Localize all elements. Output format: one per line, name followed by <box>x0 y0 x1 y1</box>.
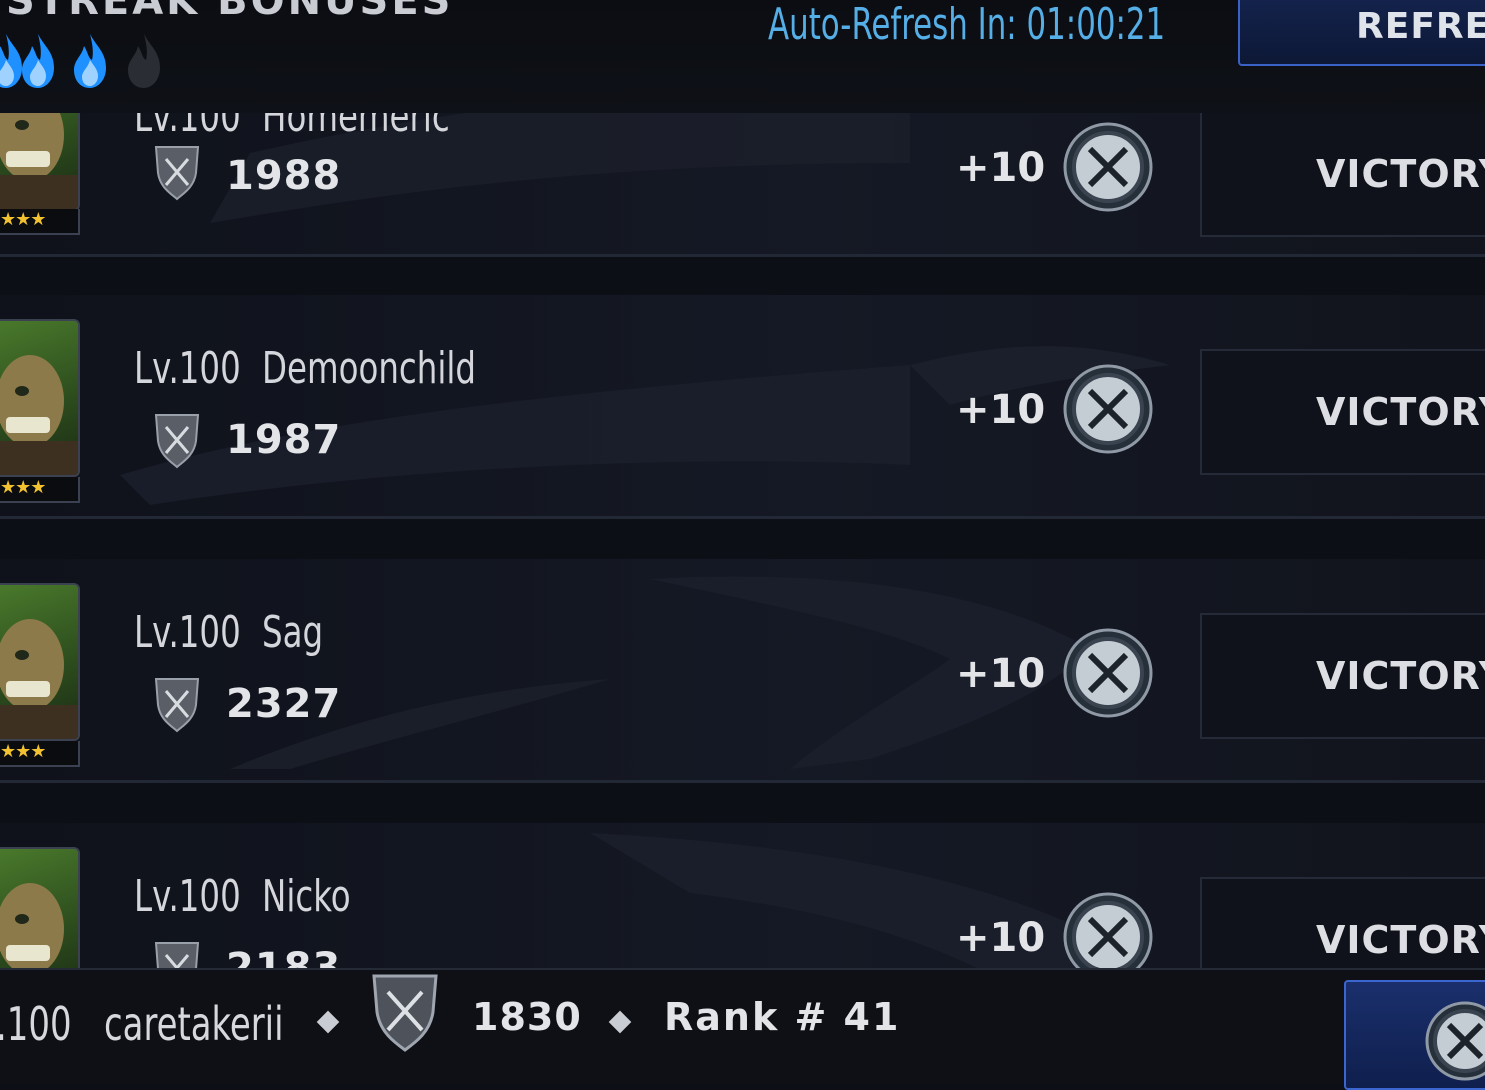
victory-label: VICTORY <box>1316 654 1485 698</box>
victory-button[interactable]: VICTORY <box>1200 877 1485 968</box>
opponent-level: Lv.100 <box>134 607 241 658</box>
refresh-button[interactable]: REFRE <box>1238 0 1485 66</box>
avatar <box>0 583 80 741</box>
opponent-level: Lv.100 <box>134 343 241 394</box>
player-status-bar: .100 caretakerii 1830 Rank # 41 <box>0 968 1485 1090</box>
flame-icon <box>22 34 54 88</box>
victory-label: VICTORY <box>1316 390 1485 434</box>
opponent-row[interactable]: ★★★ Lv.100 Sag 2327 +10 VICTORY <box>0 559 1485 783</box>
opponent-rating: 2183 <box>226 945 342 968</box>
opponent-row[interactable]: ★★★ Lv.100Nicko 2183 +10 VICTORY <box>0 823 1485 968</box>
player-rank: Rank # 41 <box>664 995 901 1039</box>
star-rating: ★★★ <box>0 209 80 235</box>
opponent-rating: 2327 <box>226 681 342 727</box>
opponent-level: Lv.100 <box>134 113 241 142</box>
victory-button[interactable]: VICTORY <box>1200 113 1485 237</box>
player-level: .100 <box>0 997 72 1051</box>
opponent-rating: 1987 <box>226 417 342 463</box>
trophy-shield-icon <box>154 942 200 968</box>
crossed-swords-icon <box>1063 122 1153 212</box>
auto-refresh-timer: Auto-Refresh In: 01:00:21 <box>768 0 1166 50</box>
trophy-shield-icon <box>372 974 438 1052</box>
bonus-points: +10 <box>956 145 1046 191</box>
avatar <box>0 113 80 211</box>
crossed-swords-icon <box>1425 1001 1485 1081</box>
star-rating: ★★★ <box>0 477 80 503</box>
bonus-points: +10 <box>956 387 1046 433</box>
victory-button[interactable]: VICTORY <box>1200 613 1485 739</box>
opponent-rating: 1988 <box>226 153 342 199</box>
player-rating: 1830 <box>472 995 582 1039</box>
opponent-name: Lv.100 Nicko <box>134 869 351 925</box>
opponent-level: Lv.100 <box>134 871 241 922</box>
avatar <box>0 319 80 477</box>
star-rating: ★★★ <box>0 741 80 767</box>
opponent-name-text: Sag <box>262 607 324 658</box>
flame-icon <box>74 34 106 88</box>
opponent-list[interactable]: ★★★ Lv.100 Homemeric 1988 +10 VICTORY <box>0 113 1485 968</box>
flame-inactive-icon <box>128 34 160 88</box>
top-bar: STREAK BONUSES Auto-Refresh In: 01:00:21… <box>0 0 1485 113</box>
crossed-swords-icon <box>1063 364 1153 454</box>
trophy-shield-icon <box>154 414 200 469</box>
trophy-shield-icon <box>154 146 200 201</box>
streak-bonuses-title: STREAK BONUSES <box>6 0 454 24</box>
opponent-name: Lv.100 Demoonchild <box>134 341 476 397</box>
separator-diamond-icon <box>608 1010 632 1034</box>
opponent-name-text: Demoonchild <box>262 343 477 394</box>
victory-label: VICTORY <box>1316 152 1485 196</box>
opponent-name: Lv.100 Sag <box>134 605 323 661</box>
victory-button[interactable]: VICTORY <box>1200 349 1485 475</box>
refresh-button-label: REFRE <box>1356 6 1485 47</box>
opponent-name-text: Homemeric <box>262 113 450 142</box>
bonus-points: +10 <box>956 651 1046 697</box>
trophy-shield-icon <box>154 678 200 733</box>
avatar <box>0 847 80 968</box>
bonus-points: +10 <box>956 915 1046 961</box>
crossed-swords-icon <box>1063 892 1153 968</box>
crossed-swords-icon <box>1063 628 1153 718</box>
opponent-name-text: Nicko <box>262 871 351 922</box>
victory-label: VICTORY <box>1316 918 1485 962</box>
fight-button[interactable] <box>1344 980 1485 1090</box>
player-name: caretakerii <box>104 997 284 1051</box>
opponent-name: Lv.100 Homemeric <box>134 113 450 145</box>
separator-diamond-icon <box>316 1010 340 1034</box>
opponent-row[interactable]: ★★★ Lv.100 Homemeric 1988 +10 VICTORY <box>0 113 1485 257</box>
opponent-row[interactable]: ★★★ Lv.100 Demoonchild 1987 +10 VICTORY <box>0 295 1485 519</box>
